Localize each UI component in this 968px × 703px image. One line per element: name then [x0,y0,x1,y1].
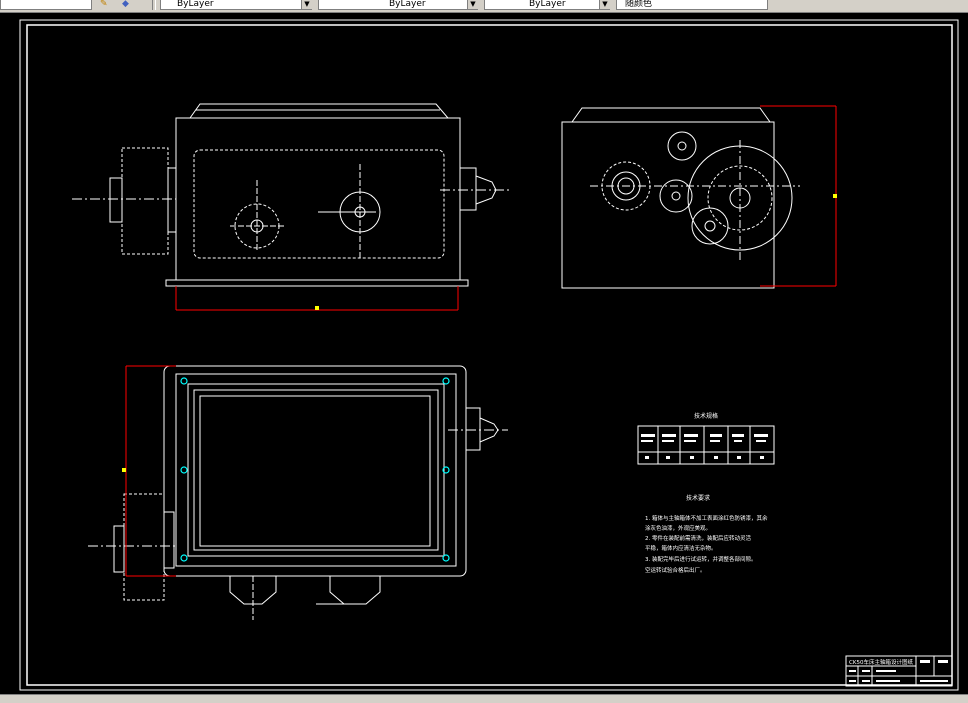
side-view-dim-grip[interactable] [833,194,837,198]
top-view-frame-3 [193,389,439,551]
top-view-frame-2 [187,383,445,557]
side-view-top [571,107,771,123]
note-line: 平稳，箱体内应清洁无杂物。 [645,544,717,552]
front-view[interactable] [72,103,512,287]
color-combo[interactable]: 随颜色 [616,0,768,10]
toolbar-separator [152,0,156,10]
front-view-left-hub [109,177,123,223]
top-view-bolts [180,377,450,562]
linetype-combo-arrow[interactable]: ▼ [467,0,478,9]
side-view-idler [691,207,729,245]
side-view-driver-hub [671,191,681,201]
color-combo-value: 随颜色 [625,0,653,9]
spec-table [637,425,775,465]
bolt-icon [180,377,188,385]
front-view-base [165,279,469,287]
top-view-dim-grip[interactable] [122,468,126,472]
notes-body: 1. 箱体与主轴箱体不加工表面涂红色防锈漆，其余 涂灰色油漆，外观应美观。 2.… [645,514,768,574]
linetype-combo[interactable]: ByLayer [318,0,478,10]
front-view-left-flange [167,167,177,233]
lineweight-combo[interactable]: ByLayer [484,0,610,10]
top-view[interactable] [88,365,508,620]
bolt-icon [180,554,188,562]
layer-combo[interactable]: ByLayer [160,0,312,10]
lineweight-combo-value: ByLayer [529,0,566,9]
note-line: 空运转试验合格后出厂。 [645,566,706,574]
layer-tools-icon[interactable]: ✎ [100,0,108,9]
top-view-left-pulley [123,493,165,601]
top-view-handle-right [329,576,381,605]
top-view-outer [163,365,467,577]
bolt-icon [180,466,188,474]
spec-table-title: 技术规格 [694,412,718,420]
top-view-frame-1 [175,373,457,567]
side-view-small-gear-hub [677,141,687,151]
top-view-window [199,395,431,547]
front-view-top-cap [189,103,450,119]
drawing-canvas[interactable]: 技术规格 技术要求 1. 箱体与主轴箱体不加工表面涂红色防锈漆，其余 涂灰色油漆… [0,12,968,694]
title-block-name: CK50车床主轴箱设计图纸 [849,658,913,666]
front-view-dashed-panel [193,149,445,259]
front-view-housing [175,117,461,281]
front-view-left-pulley [121,147,169,255]
notes-title: 技术要求 [686,494,710,502]
note-line: 涂灰色油漆，外观应美观。 [645,524,711,532]
side-view-idler-hub [704,220,716,232]
side-view[interactable] [561,107,800,289]
side-view-small-gear [667,131,697,161]
layer-state-icon[interactable]: ◆ [122,0,129,9]
side-view-driver [659,179,693,213]
note-line: 1. 箱体与主轴箱体不加工表面涂红色防锈漆，其余 [645,514,768,522]
bolt-icon [442,377,450,385]
front-view-right-spindle [459,167,477,211]
top-view-left-flange [163,511,175,569]
layer-combo-arrow[interactable]: ▼ [301,0,312,9]
layer-combo-value: ByLayer [177,0,214,9]
front-view-dim-grip[interactable] [315,306,319,310]
top-view-right-spindle [465,407,481,451]
sheet-outer-border [19,19,959,691]
top-view-left-hub [113,525,125,573]
linetype-combo-value: ByLayer [389,0,426,9]
note-line: 2. 零件在装配前需清洗，装配后应转动灵活 [645,534,751,542]
toolbar-left-field[interactable] [0,0,92,10]
lineweight-combo-arrow[interactable]: ▼ [599,0,610,9]
bolt-icon [442,554,450,562]
sheet-inner-border [26,24,953,686]
note-line: 3. 装配完毕后进行试运转，并调整各部间隙。 [645,555,757,563]
